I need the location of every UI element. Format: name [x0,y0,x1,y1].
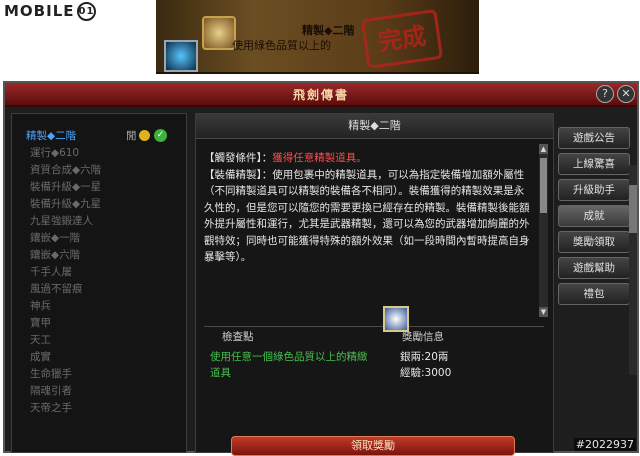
help-button[interactable]: ? [596,85,614,103]
scroll-icon [202,16,236,50]
quest-item[interactable]: 運行◆610 [30,145,79,161]
close-button[interactable]: ✕ [617,85,635,103]
quest-item[interactable]: 鑲嵌◆一階 [30,230,80,246]
idle-tag: 閒 [126,130,137,142]
gem-icon [164,40,198,72]
quest-complete-banner: 精製◆二階 使用綠色品質以上的 完成 [156,0,479,74]
side-scroll-thumb[interactable] [629,185,637,233]
menu-level-helper[interactable]: 升級助手 [558,179,630,201]
equip-text: 使用包裹中的精製道具，可以為指定裝備增加額外屬性（不同精製道具可以精製的裝備各不… [204,168,530,264]
window-title: 飛劍傳書 [292,88,349,102]
quest-item[interactable]: 天工 [30,332,51,348]
equip-label: 【裝備精製】： [204,168,273,181]
trigger-value: 獲得任意精製道具。 [272,152,367,164]
quest-item[interactable]: 裝備升級◆一星 [30,179,101,195]
quest-item[interactable]: 神兵 [30,298,51,314]
claim-reward-button[interactable]: 領取獎勵 [231,436,515,456]
quest-item[interactable]: 寶甲 [30,315,51,331]
trigger-label: 【觸發條件】： [204,152,273,164]
complete-stamp: 完成 [360,8,444,70]
menu-achievements[interactable]: 成就 [558,205,630,227]
menu-gift-pack[interactable]: 禮包 [558,283,630,305]
checkpoint-header: 檢查點 [222,331,254,343]
quest-item[interactable]: 鑲嵌◆六階 [30,247,80,263]
banner-title: 精製◆二階 [302,24,355,37]
quest-item-selected[interactable]: 精製◆二階 閒 ✓ [26,128,167,144]
checkpoint-reward-section: 檢查點 獎勵信息 使用任意一個綠色品質以上的精緻道具 銀兩:20兩 經驗:300… [204,326,544,407]
window-titlebar: 飛劍傳書 ? ✕ [5,83,637,107]
check-icon: ✓ [154,129,167,142]
quest-item[interactable]: 成實 [30,349,51,365]
quest-item[interactable]: 千手人屠 [30,264,72,280]
quest-item[interactable]: 資質合成◆六階 [30,162,101,178]
mobile01-watermark: MOBILE 01 [4,2,96,21]
side-scrollbar[interactable] [629,165,637,375]
scroll-thumb[interactable] [540,158,547,213]
quest-item[interactable]: 風過不留痕 [30,281,83,297]
menu-login-surprise[interactable]: 上線驚喜 [558,153,630,175]
coin-icon [139,130,150,141]
quest-description: 【觸發條件】：獲得任意精製道具。 【裝備精製】：使用包裹中的精製道具，可以為指定… [204,150,534,266]
menu-game-help[interactable]: 遊戲幫助 [558,257,630,279]
quest-item[interactable]: 九星強鍛達人 [30,213,93,229]
banner-subtitle: 使用綠色品質以上的 [232,39,331,52]
scroll-up-icon[interactable]: ▲ [539,144,548,154]
feijian-window: 飛劍傳書 ? ✕ 精製◆二階 閒 ✓ 運行◆610 資質合成◆六階 裝備升級◆一… [3,81,639,456]
scroll-down-icon[interactable]: ▼ [539,307,548,317]
quest-item[interactable]: 天帝之手 [30,400,72,416]
detail-header: 精製◆二階 [196,114,553,139]
quest-item[interactable]: 生命獵手 [30,366,72,382]
description-scrollbar[interactable]: ▲ ▼ [539,144,548,317]
quest-list: 精製◆二階 閒 ✓ 運行◆610 資質合成◆六階 裝備升級◆一星 裝備升級◆九星… [11,113,187,453]
menu-game-notice[interactable]: 遊戲公告 [558,127,630,149]
quest-item[interactable]: 裝備升級◆九星 [30,196,101,212]
reward-item-icon [383,306,409,332]
quest-detail-panel: 精製◆二階 【觸發條件】：獲得任意精製道具。 【裝備精製】：使用包裹中的精製道具… [195,113,554,456]
quest-item[interactable]: 隔魂引者 [30,383,72,399]
image-number: #2022937 [573,438,636,451]
menu-reward-claim[interactable]: 獎勵領取 [558,231,630,253]
reward-silver: 銀兩:20兩 [400,351,449,363]
checkpoint-condition: 使用任意一個綠色品質以上的精緻道具 [210,351,368,379]
reward-exp: 經驗:3000 [400,367,452,379]
